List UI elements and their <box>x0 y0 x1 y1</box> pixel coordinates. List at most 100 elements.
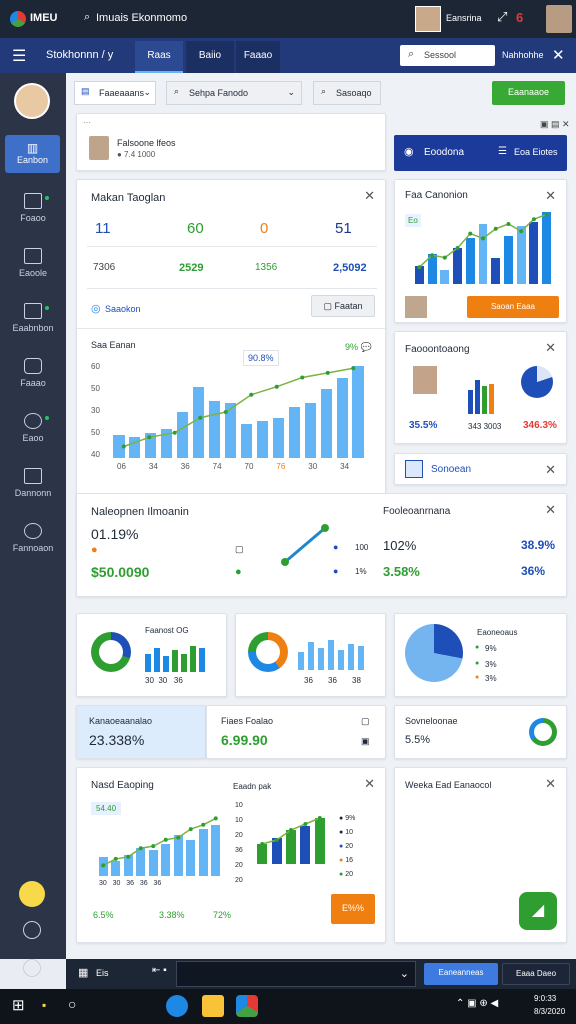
sidebar-avatar[interactable] <box>14 83 50 119</box>
divider <box>87 246 377 247</box>
location-icon[interactable] <box>23 921 41 939</box>
help-icon <box>24 523 42 539</box>
title-bar: IMEU ⌕ Imuais Ekonmomo Eansrina ⤢ 6 <box>0 0 576 38</box>
filter-dropdown-1[interactable]: ▤ Faaeaaans ⌄ <box>74 81 156 105</box>
square-icon[interactable]: ▣ <box>361 736 370 747</box>
rate-action-button[interactable]: Saoan Eaaa <box>467 296 559 318</box>
rate-avatar[interactable] <box>405 296 427 318</box>
window-controls-icon[interactable]: ▣ ▤ ✕ <box>540 119 570 130</box>
stat-card-b: Fiaes Foalao 6.99.90 ▢ ▣ <box>206 705 386 759</box>
close-icon[interactable]: ✕ <box>545 776 556 792</box>
tab-baiio[interactable]: Baiio <box>186 41 234 73</box>
menu-icon: ☰ <box>498 146 507 157</box>
mini-bar <box>190 646 196 672</box>
floating-action-button[interactable]: ◢ <box>519 892 557 930</box>
stat-b-value: 6.99.90 <box>221 732 268 748</box>
search-input[interactable]: ⌕ Sessool <box>400 45 495 66</box>
notification-badge[interactable]: 6 <box>516 10 523 25</box>
status-dot <box>45 306 49 310</box>
expand-icon[interactable]: ⤢ <box>497 9 507 25</box>
bottom-dropdown[interactable]: ⌄ <box>176 961 416 987</box>
settings-icon[interactable] <box>23 959 41 977</box>
bottom-secondary-button[interactable]: Eaaa Daeo <box>502 963 570 985</box>
close-icon[interactable]: ✕ <box>545 502 556 518</box>
pie-title: Eaoneoaus <box>477 628 518 637</box>
tray-icons[interactable]: ⌃ ▣ ⊕ ◀ <box>456 998 498 1009</box>
user-name[interactable]: Eansrina <box>446 13 482 23</box>
bottom-value-1: 6.5% <box>93 910 114 920</box>
arrow-icon[interactable]: ⇤ ▪ <box>152 965 167 976</box>
grid-icon[interactable]: ▦ <box>78 966 88 979</box>
close-icon[interactable]: ✕ <box>364 776 375 792</box>
line-point <box>126 854 131 859</box>
close-icon[interactable]: ✕ <box>545 188 556 204</box>
tab-raas[interactable]: Raas <box>135 41 183 73</box>
line-point <box>274 384 279 389</box>
document-icon <box>24 248 42 264</box>
sonoean-icon <box>405 460 423 478</box>
close-icon[interactable]: ✕ <box>545 462 556 478</box>
search-circle-icon[interactable]: ○ <box>68 996 76 1012</box>
sidebar-item-eaoole[interactable]: Eaoole <box>0 248 66 298</box>
sidebar-item-fannoaon[interactable]: Fannoaon <box>0 523 66 573</box>
sidebar-item-eaabnbon[interactable]: Eaabnbon <box>0 303 66 353</box>
profile-avatar[interactable] <box>89 136 109 160</box>
app-bar: ☰ Stokhonnn / y Raas Baiio Faaao ⌕ Sesso… <box>0 38 576 73</box>
pie-card: Eaoneoaus ● 9% ● 3% ● 3% <box>394 613 567 697</box>
mini-bar <box>328 640 334 670</box>
card-menu-icon[interactable]: ⋯ <box>83 118 91 127</box>
donut-axis: 30 30 36 <box>145 676 183 685</box>
bottom-primary-button[interactable]: Eaneanneas <box>424 963 498 985</box>
emoji-icon[interactable] <box>19 881 45 907</box>
line-point <box>317 816 322 820</box>
bottom-left-label: Eis <box>96 968 109 978</box>
sidebar-item-foaoo[interactable]: Foaoo <box>0 193 66 243</box>
action-link[interactable]: Nahhohhe <box>502 50 544 60</box>
sidebar-item-dannonn[interactable]: Dannonn <box>0 468 66 518</box>
close-icon[interactable]: ✕ <box>545 340 556 356</box>
donut-label-1: 36 <box>304 676 313 685</box>
kpi-action-button[interactable]: ▢ Faatan <box>311 295 375 317</box>
menu-icon[interactable]: ☰ <box>12 46 26 66</box>
line-point <box>213 816 218 821</box>
line-point <box>138 846 143 851</box>
sidebar-item-eanbon[interactable]: ▥ Eanbon <box>5 135 60 173</box>
app-icon[interactable] <box>236 995 258 1017</box>
tab-faaao[interactable]: Faaao <box>236 41 280 73</box>
square-icon[interactable]: ▢ <box>361 716 370 727</box>
browser-icon[interactable] <box>166 995 188 1017</box>
mini-bar <box>358 646 364 670</box>
perf-avatar[interactable] <box>413 366 437 394</box>
stat-b-title: Fiaes Foalao <box>221 716 274 726</box>
chevron-down-icon: ⌄ <box>399 968 409 980</box>
kpi-sub-4: 2,5092 <box>333 262 367 274</box>
start-icon[interactable]: ▪ <box>42 998 46 1012</box>
bottom-value-3: 72% <box>213 910 232 920</box>
blue-banner[interactable]: ◉ Eoodona ☰ Eoa Eiotes <box>394 135 567 171</box>
line-point <box>176 835 181 840</box>
primary-action-button[interactable]: Eaanaaoe <box>492 81 565 105</box>
orange-action-button[interactable]: E%% <box>331 894 375 924</box>
stat-c-title: Sovneloonae <box>405 716 458 726</box>
pie-dot: ● <box>475 644 480 651</box>
kpi-search-label[interactable]: Saaokon <box>105 304 141 314</box>
mini-bar <box>154 648 160 672</box>
filter-dropdown-2[interactable]: ⌕ Sehpa Fanodo ⌄ <box>166 81 302 105</box>
user-avatar-right[interactable] <box>546 5 572 33</box>
x-tick: 30 <box>308 462 318 471</box>
windows-icon[interactable]: ⊞ <box>12 996 25 1014</box>
avatar[interactable] <box>415 6 441 32</box>
filter-dropdown-3[interactable]: ⌕ Sasoaqo <box>313 81 381 105</box>
search-icon: ⌕ <box>84 11 91 23</box>
summary-right-2: 38.9% <box>521 538 556 552</box>
sidebar-item-eaoo[interactable]: Eaoo <box>0 413 66 463</box>
y-tick: 40 <box>91 450 100 459</box>
close-icon[interactable]: ✕ <box>552 46 565 64</box>
sonoean-card[interactable]: Sonoean ✕ <box>394 453 567 485</box>
folder-icon[interactable] <box>202 995 224 1017</box>
sidebar-item-faaao[interactable]: Faaao <box>0 358 66 408</box>
line-point <box>455 246 460 250</box>
close-icon[interactable]: ✕ <box>364 188 375 204</box>
donut-card-1: Faanost OG 30 30 36 <box>76 613 227 697</box>
orange-dot: ● <box>91 544 98 556</box>
